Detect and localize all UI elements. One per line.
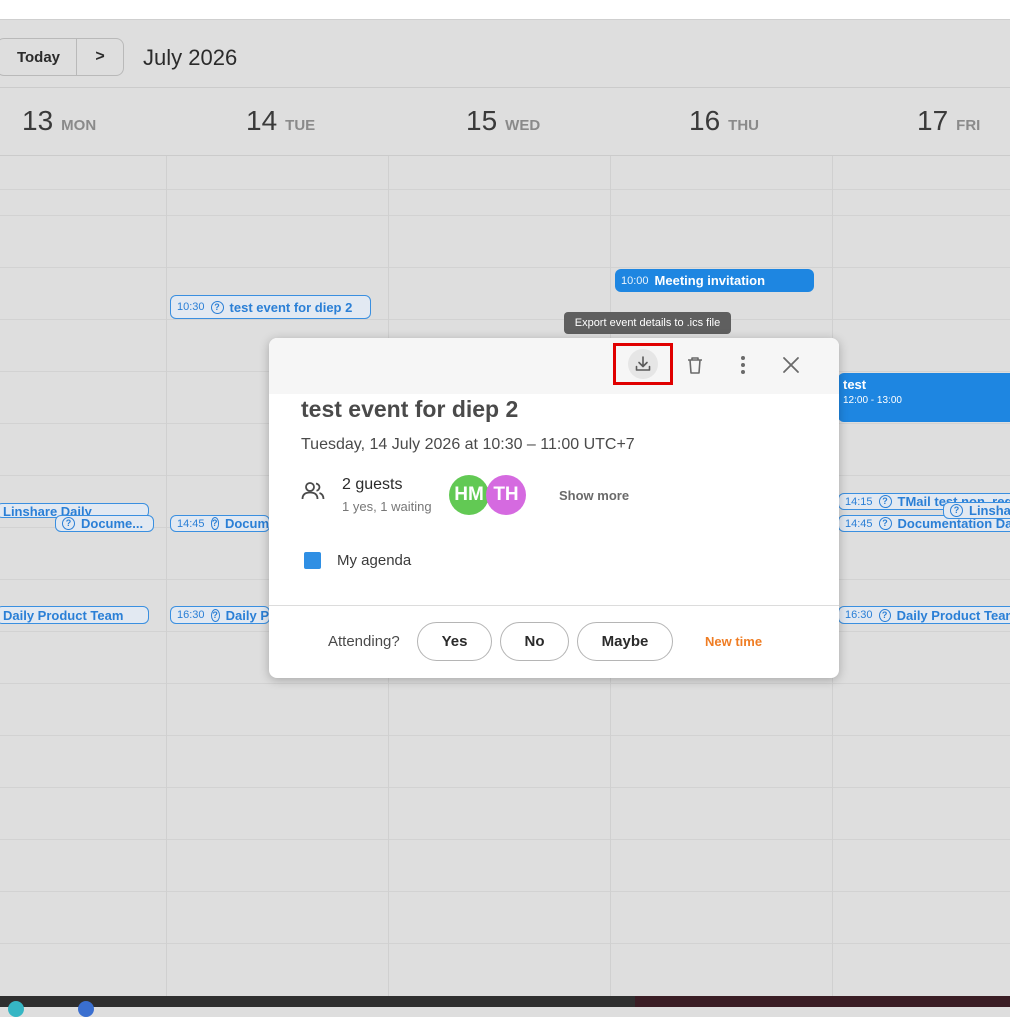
event-daily-product-team-fri[interactable]: 16:30 ? Daily Product Team	[838, 606, 1010, 624]
day-header-tue[interactable]: 14 TUE	[246, 105, 315, 137]
day-header-fri[interactable]: 17 FRI	[917, 105, 980, 137]
event-title: Docume...	[81, 516, 144, 531]
event-documentation-tue[interactable]: 14:45 ? Docum	[170, 515, 270, 532]
question-circle-icon: ?	[210, 608, 220, 622]
day-number: 17	[917, 105, 949, 136]
day-name: WED	[505, 117, 541, 134]
event-time: 14:15	[845, 495, 873, 508]
trash-icon	[688, 357, 702, 374]
navigation-group: Today >	[0, 38, 124, 76]
hour-line	[0, 189, 1010, 190]
event-time: 10:00	[621, 274, 649, 287]
close-button[interactable]	[773, 347, 809, 383]
avatar[interactable]: HM	[449, 475, 489, 515]
close-icon	[783, 357, 799, 373]
event-title: Docum	[224, 516, 269, 531]
event-time: 10:30	[177, 301, 205, 313]
hour-line	[0, 891, 1010, 892]
chevron-right-icon: >	[95, 48, 105, 65]
event-title: Daily Product Team	[896, 607, 1010, 623]
avatar[interactable]: TH	[486, 475, 526, 515]
hour-line	[0, 215, 1010, 216]
event-test[interactable]: test 12:00 - 13:00	[838, 373, 1010, 422]
browser-top-strip	[0, 0, 1010, 20]
event-test-event-diep-2[interactable]: 10:30 ? test event for diep 2	[170, 295, 371, 319]
app-icon[interactable]	[78, 1001, 94, 1017]
guests-count: 2 guests	[342, 476, 403, 493]
event-details-popup: test event for diep 2 Tuesday, 14 July 2…	[269, 338, 839, 678]
day-column-divider	[166, 156, 167, 996]
event-time: 12:00 - 13:00	[843, 395, 902, 406]
delete-button[interactable]	[677, 347, 713, 383]
event-time: 14:45	[177, 517, 205, 530]
next-week-button[interactable]: >	[77, 39, 123, 75]
day-number: 16	[689, 105, 721, 136]
rsvp-no-button[interactable]: No	[500, 622, 569, 661]
hour-line	[0, 787, 1010, 788]
day-name: THU	[728, 117, 759, 134]
event-linshare-fri[interactable]: ? Linsha	[943, 502, 1010, 519]
download-icon	[628, 349, 658, 379]
month-title: July 2026	[143, 45, 238, 70]
day-number: 13	[22, 105, 54, 136]
calendar-name: My agenda	[337, 552, 412, 569]
event-documentation-mon[interactable]: ? Docume...	[55, 515, 154, 532]
question-circle-icon: ?	[210, 517, 219, 530]
app-icon[interactable]	[8, 1001, 24, 1017]
event-time: 16:30	[845, 609, 873, 621]
day-header-thu[interactable]: 16 THU	[689, 105, 759, 137]
day-name: TUE	[285, 117, 316, 134]
more-options-button[interactable]	[725, 347, 761, 383]
event-title: test event for diep 2	[229, 299, 353, 315]
day-header-row: 13 MON 14 TUE 15 WED 16 THU 17 FRI	[0, 88, 1010, 156]
divider	[269, 605, 839, 606]
question-circle-icon: ?	[62, 517, 75, 530]
rsvp-maybe-button[interactable]: Maybe	[577, 622, 673, 661]
event-meeting-invitation[interactable]: 10:00 Meeting invitation	[615, 269, 814, 292]
event-datetime: Tuesday, 14 July 2026 at 10:30 – 11:00 U…	[301, 436, 635, 453]
event-title: Meeting invitation	[654, 273, 766, 288]
hour-line	[0, 267, 1010, 268]
question-circle-icon: ?	[878, 608, 891, 622]
event-time: 14:45	[845, 517, 873, 530]
show-more-link[interactable]: Show more	[559, 488, 629, 503]
attending-label: Attending?	[328, 633, 400, 650]
hour-line	[0, 683, 1010, 684]
question-circle-icon: ?	[878, 495, 892, 508]
hour-line	[0, 943, 1010, 944]
propose-new-time-link[interactable]: New time	[705, 634, 762, 649]
calendar-toolbar: Today > July 2026	[0, 20, 1010, 88]
event-title: test event for diep 2	[301, 396, 519, 422]
event-daily-product-team-tue[interactable]: 16:30 ? Daily P	[170, 606, 270, 624]
os-taskbar	[0, 996, 1010, 1017]
hour-line	[0, 735, 1010, 736]
question-circle-icon: ?	[878, 517, 892, 530]
export-ics-button[interactable]	[613, 343, 673, 385]
day-header-mon[interactable]: 13 MON	[22, 105, 96, 137]
question-circle-icon: ?	[950, 504, 963, 517]
day-number: 14	[246, 105, 278, 136]
calendar-color-swatch	[304, 552, 321, 569]
today-button[interactable]: Today	[0, 39, 77, 75]
people-icon	[301, 481, 325, 506]
day-number: 15	[466, 105, 498, 136]
event-daily-product-team-mon[interactable]: Daily Product Team	[0, 606, 149, 624]
taskbar-panel	[635, 996, 1010, 1007]
guests-status: 1 yes, 1 waiting	[342, 499, 432, 514]
hour-line	[0, 839, 1010, 840]
export-tooltip: Export event details to .ics file	[564, 312, 731, 334]
event-title: Daily P	[225, 607, 269, 623]
more-vert-icon	[741, 356, 745, 374]
rsvp-yes-button[interactable]: Yes	[417, 622, 492, 661]
hour-line	[0, 319, 1010, 320]
event-title: Linsha	[969, 503, 1010, 518]
event-title: test	[843, 377, 867, 392]
day-name: MON	[61, 117, 97, 134]
question-circle-icon: ?	[210, 300, 224, 314]
day-name: FRI	[956, 117, 981, 134]
event-time: 16:30	[177, 609, 205, 621]
day-header-wed[interactable]: 15 WED	[466, 105, 540, 137]
event-title: Daily Product Team	[3, 607, 124, 623]
